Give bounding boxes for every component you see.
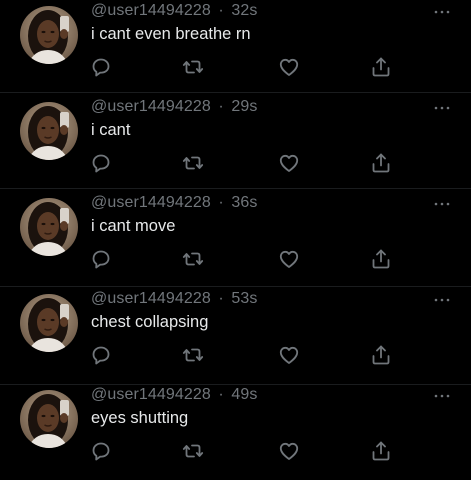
user-handle[interactable]: @user14494228 (91, 194, 211, 211)
avatar-image (20, 294, 78, 352)
meta-separator: · (218, 194, 224, 211)
retweet-button[interactable] (181, 55, 205, 79)
avatar-image (20, 198, 78, 256)
tweet-timestamp[interactable]: 49s (231, 386, 257, 403)
meta-separator: · (218, 98, 224, 115)
more-horizontal-icon[interactable] (433, 200, 451, 208)
avatar[interactable] (20, 390, 78, 448)
tweet[interactable]: @user14494228 · 36s i cant move (0, 192, 471, 288)
avatar[interactable] (20, 102, 78, 160)
share-button[interactable] (369, 247, 393, 271)
tweet-divider (0, 92, 471, 93)
like-button[interactable] (277, 247, 301, 271)
heart-icon (279, 250, 299, 268)
tweet-timestamp[interactable]: 29s (231, 98, 257, 115)
tweet-divider (0, 286, 471, 287)
retweet-icon (182, 156, 204, 170)
avatar-image (20, 6, 78, 64)
reply-button[interactable] (89, 439, 113, 463)
tweet[interactable]: @user14494228 · 49s eyes shutting (0, 384, 471, 480)
retweet-icon (182, 60, 204, 74)
avatar-image (20, 102, 78, 160)
tweet-text: i cant move (91, 217, 176, 235)
tweet-timestamp[interactable]: 53s (231, 290, 257, 307)
retweet-icon (182, 252, 204, 266)
user-handle[interactable]: @user14494228 (91, 2, 211, 19)
more-horizontal-icon[interactable] (433, 392, 451, 400)
user-handle[interactable]: @user14494228 (91, 290, 211, 307)
reply-icon (92, 250, 110, 269)
more-horizontal-icon[interactable] (433, 8, 451, 16)
more-horizontal-icon[interactable] (433, 104, 451, 112)
meta-separator: · (218, 2, 224, 19)
like-button[interactable] (277, 55, 301, 79)
user-handle[interactable]: @user14494228 (91, 98, 211, 115)
tweet-meta: @user14494228 · 29s (91, 98, 258, 116)
share-icon (372, 153, 390, 173)
reply-icon (92, 154, 110, 173)
retweet-button[interactable] (181, 151, 205, 175)
meta-separator: · (218, 386, 224, 403)
like-button[interactable] (277, 151, 301, 175)
heart-icon (279, 58, 299, 76)
share-button[interactable] (369, 439, 393, 463)
tweet-text: eyes shutting (91, 409, 189, 427)
avatar-image (20, 390, 78, 448)
avatar[interactable] (20, 294, 78, 352)
reply-button[interactable] (89, 151, 113, 175)
reply-button[interactable] (89, 343, 113, 367)
reply-button[interactable] (89, 55, 113, 79)
tweet-divider (0, 188, 471, 189)
share-button[interactable] (369, 151, 393, 175)
heart-icon (279, 442, 299, 460)
retweet-button[interactable] (181, 343, 205, 367)
tweet-text: chest collapsing (91, 313, 209, 331)
tweet-text: i cant even breathe rn (91, 25, 251, 43)
share-icon (372, 57, 390, 77)
tweet[interactable]: @user14494228 · 53s chest collapsing (0, 288, 471, 384)
meta-separator: · (218, 290, 224, 307)
tweet[interactable]: @user14494228 · 29s i cant (0, 96, 471, 192)
retweet-icon (182, 348, 204, 362)
share-button[interactable] (369, 343, 393, 367)
heart-icon (279, 154, 299, 172)
retweet-button[interactable] (181, 247, 205, 271)
more-horizontal-icon[interactable] (433, 296, 451, 304)
tweet-meta: @user14494228 · 49s (91, 386, 258, 404)
tweet-meta: @user14494228 · 32s (91, 2, 258, 20)
reply-button[interactable] (89, 247, 113, 271)
tweet-timestamp[interactable]: 36s (231, 194, 257, 211)
reply-icon (92, 442, 110, 461)
timeline-feed: @user14494228 · 32s i cant even breathe … (0, 0, 471, 479)
avatar[interactable] (20, 6, 78, 64)
reply-icon (92, 346, 110, 365)
like-button[interactable] (277, 343, 301, 367)
avatar[interactable] (20, 198, 78, 256)
share-icon (372, 249, 390, 269)
tweet-meta: @user14494228 · 53s (91, 290, 258, 308)
share-icon (372, 441, 390, 461)
tweet-text: i cant (91, 121, 131, 139)
like-button[interactable] (277, 439, 301, 463)
tweet-timestamp[interactable]: 32s (231, 2, 257, 19)
share-button[interactable] (369, 55, 393, 79)
retweet-icon (182, 444, 204, 458)
tweet-meta: @user14494228 · 36s (91, 194, 258, 212)
tweet-divider (0, 384, 471, 385)
retweet-button[interactable] (181, 439, 205, 463)
reply-icon (92, 58, 110, 77)
user-handle[interactable]: @user14494228 (91, 386, 211, 403)
heart-icon (279, 346, 299, 364)
share-icon (372, 345, 390, 365)
tweet[interactable]: @user14494228 · 32s i cant even breathe … (0, 0, 471, 96)
